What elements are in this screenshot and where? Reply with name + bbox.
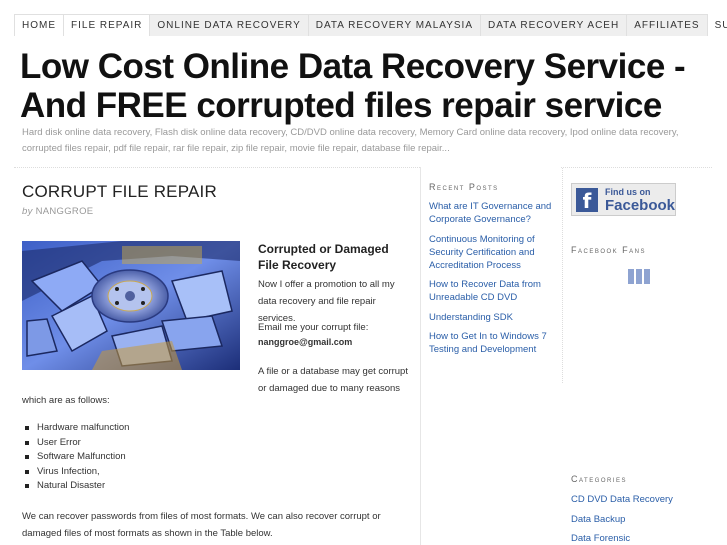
- nav-data-recovery-malaysia[interactable]: DATA RECOVERY MALAYSIA: [307, 14, 480, 36]
- top-nav: HOME FILE REPAIR ONLINE DATA RECOVERY DA…: [14, 14, 727, 36]
- loading-bar: [644, 269, 650, 284]
- facebook-f-icon: f: [576, 187, 598, 213]
- recent-posts-title: Recent Posts: [429, 182, 499, 192]
- broken-hard-disk-image: [22, 241, 240, 370]
- find-us-on-facebook-button[interactable]: f Find us on Facebook: [571, 183, 676, 216]
- facebook-fans-title: Facebook Fans: [571, 245, 647, 255]
- site-title[interactable]: Low Cost Online Data Recovery Service - …: [20, 47, 720, 125]
- list-item: Natural Disaster: [25, 479, 129, 494]
- category-link[interactable]: Data Forensic: [571, 532, 711, 545]
- nav-home[interactable]: HOME: [14, 14, 63, 36]
- recent-post-link[interactable]: How to Get In to Windows 7 Testing and D…: [429, 330, 557, 356]
- list-item: Virus Infection,: [25, 465, 129, 480]
- recent-post-link[interactable]: Continuous Monitoring of Security Certif…: [429, 233, 557, 272]
- categories-widget: Categories CD DVD Data Recovery Data Bac…: [571, 474, 711, 545]
- nav-affiliates[interactable]: AFFILIATES: [626, 14, 707, 36]
- category-link[interactable]: Data Backup: [571, 513, 711, 526]
- aside-heading: Corrupted or Damaged File Recovery: [258, 242, 389, 272]
- categories-title: Categories: [571, 474, 628, 484]
- post-byline: by NANGGROE: [22, 206, 93, 217]
- facebook-badge-text: Find us on Facebook: [605, 187, 675, 213]
- list-item: Software Malfunction: [25, 450, 129, 465]
- facebook-fans-loading-icon: [628, 269, 650, 284]
- recent-post-link[interactable]: How to Recover Data from Unreadable CD D…: [429, 278, 557, 304]
- category-link[interactable]: CD DVD Data Recovery: [571, 493, 711, 506]
- nav-subscribe[interactable]: SUBSCRIBE: [706, 14, 727, 36]
- facebook-badge-big: Facebook: [604, 196, 675, 214]
- email-link[interactable]: nanggroe@gmail.com: [258, 334, 408, 351]
- closing-text: We can recover passwords from files of m…: [22, 511, 381, 539]
- list-item: User Error: [25, 436, 129, 451]
- facebook-badge-small: Find us on: [604, 186, 651, 197]
- recent-posts-widget: Recent Posts What are IT Governance and …: [429, 182, 557, 363]
- site-tagline: Hard disk online data recovery, Flash di…: [22, 127, 679, 154]
- nav-online-data-recovery[interactable]: ONLINE DATA RECOVERY: [149, 14, 308, 36]
- nav-file-repair[interactable]: FILE REPAIR: [63, 14, 150, 36]
- loading-bar: [636, 269, 642, 284]
- recent-post-link[interactable]: What are IT Governance and Corporate Gov…: [429, 200, 557, 226]
- nav-data-recovery-aceh[interactable]: DATA RECOVERY ACEH: [480, 14, 627, 36]
- header-divider: [14, 167, 712, 168]
- post-author[interactable]: NANGGROE: [36, 206, 94, 217]
- recent-post-link[interactable]: Understanding SDK: [429, 311, 557, 324]
- list-item: Hardware malfunction: [25, 421, 129, 436]
- subscribe-label: SUBSCRIBE: [714, 19, 727, 31]
- sidebar-dotted-divider: [562, 168, 563, 383]
- byline-by: by: [22, 206, 33, 217]
- post-title[interactable]: CORRUPT FILE REPAIR: [22, 182, 217, 202]
- loading-bar: [628, 269, 634, 284]
- reasons-intro-cont: which are as follows:: [22, 395, 110, 406]
- reasons-list: Hardware malfunction User Error Software…: [25, 421, 129, 494]
